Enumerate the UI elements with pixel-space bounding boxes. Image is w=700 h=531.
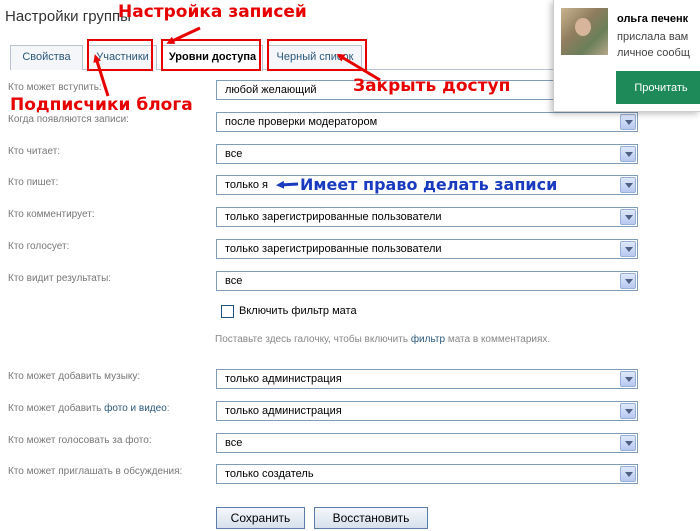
label-text: Кто может добавить — [8, 403, 102, 414]
hint-text: Поставьте здесь галочку, чтобы включить — [215, 334, 409, 345]
select-value: после проверки модератором — [225, 116, 378, 128]
select-value: любой желающий — [225, 84, 317, 96]
chevron-down-icon[interactable] — [620, 435, 636, 451]
results-select[interactable]: все — [216, 271, 638, 291]
hint-text: мата в комментариях. — [447, 334, 551, 345]
chevron-down-icon[interactable] — [620, 114, 636, 130]
chevron-down-icon[interactable] — [620, 146, 636, 162]
annotation-close-access: Закрыть доступ — [353, 76, 511, 96]
sender-name[interactable]: ольга печенк — [617, 13, 688, 25]
photo-video-link[interactable]: фото и видео — [104, 403, 167, 414]
form-row-invite: Кто может приглашать в обсуждения: тольк… — [0, 464, 700, 486]
annotation-settings-records: Настройка записей — [118, 2, 307, 22]
annotation-blog-subscribers: Подписчики блога — [10, 95, 193, 115]
avatar[interactable] — [561, 8, 608, 55]
label-text: : — [166, 403, 170, 414]
field-label: Кто может приглашать в обсуждения: — [8, 466, 183, 477]
reads-select[interactable]: все — [216, 144, 638, 164]
filter-hint: Поставьте здесь галочку, чтобы включить … — [215, 334, 550, 345]
photo-video-select[interactable]: только администрация — [216, 401, 638, 421]
chevron-down-icon[interactable] — [620, 241, 636, 257]
select-value: все — [225, 275, 243, 287]
reset-button[interactable]: Восстановить — [314, 507, 428, 529]
select-value: все — [225, 148, 243, 160]
field-label: Кто может вступить: — [8, 82, 102, 93]
tab-properties[interactable]: Свойства — [10, 45, 83, 70]
field-label: Кто читает: — [8, 146, 61, 157]
select-value: только создатель — [225, 468, 314, 480]
annotation-box-members — [87, 39, 153, 71]
posts-appear-select[interactable]: после проверки модератором — [216, 112, 638, 132]
field-label: Кто пишет: — [8, 177, 59, 188]
form-row-reads: Кто читает: все — [0, 144, 700, 166]
notification-text: личное сообщ — [617, 47, 690, 59]
chevron-down-icon[interactable] — [620, 466, 636, 482]
form-row-photo-video: Кто может добавить фото и видео: только … — [0, 401, 700, 423]
photo-vote-select[interactable]: все — [216, 433, 638, 453]
page-title: Настройки группы — [5, 8, 131, 25]
form-row-music: Кто может добавить музыку: только админи… — [0, 369, 700, 391]
select-value: только зарегистрированные пользователи — [225, 243, 442, 255]
select-value: только администрация — [225, 373, 342, 385]
comments-select[interactable]: только зарегистрированные пользователи — [216, 207, 638, 227]
chevron-down-icon[interactable] — [620, 403, 636, 419]
field-label: Кто видит результаты: — [8, 273, 112, 284]
form-row-results: Кто видит результаты: все — [0, 271, 700, 293]
form-row-comments: Кто комментирует: только зарегистрирован… — [0, 207, 700, 229]
select-value: все — [225, 437, 243, 449]
select-value: только я — [225, 179, 269, 191]
annotation-box-blacklist — [267, 39, 367, 71]
field-label: Кто голосует: — [8, 241, 70, 252]
annotation-box-access-levels — [161, 39, 261, 71]
chevron-down-icon[interactable] — [620, 209, 636, 225]
message-notification: ольга печенк прислала вам личное сообщ П… — [553, 0, 700, 112]
field-label: Когда появляются записи: — [8, 114, 129, 125]
select-value: только зарегистрированные пользователи — [225, 211, 442, 223]
field-label: Кто комментирует: — [8, 209, 95, 220]
field-label: Кто может добавить фото и видео: — [8, 403, 170, 414]
save-button[interactable]: Сохранить — [216, 507, 305, 529]
invite-select[interactable]: только создатель — [216, 464, 638, 484]
profanity-filter-checkbox[interactable] — [221, 305, 234, 318]
filter-link[interactable]: фильтр — [411, 334, 445, 345]
read-button[interactable]: Прочитать — [616, 71, 700, 104]
field-label: Кто может голосовать за фото: — [8, 435, 152, 446]
field-label: Кто может добавить музыку: — [8, 371, 141, 382]
chevron-down-icon[interactable] — [620, 177, 636, 193]
chevron-down-icon[interactable] — [620, 273, 636, 289]
filter-label[interactable]: Включить фильтр мата — [239, 305, 357, 317]
music-select[interactable]: только администрация — [216, 369, 638, 389]
chevron-down-icon[interactable] — [620, 371, 636, 387]
select-value: только администрация — [225, 405, 342, 417]
annotation-can-post: Имеет право делать записи — [300, 175, 558, 194]
votes-select[interactable]: только зарегистрированные пользователи — [216, 239, 638, 259]
form-row-posts-appear: Когда появляются записи: после проверки … — [0, 112, 700, 134]
notification-text: прислала вам — [617, 31, 689, 43]
form-row-votes: Кто голосует: только зарегистрированные … — [0, 239, 700, 261]
form-row-photo-vote: Кто может голосовать за фото: все — [0, 433, 700, 455]
